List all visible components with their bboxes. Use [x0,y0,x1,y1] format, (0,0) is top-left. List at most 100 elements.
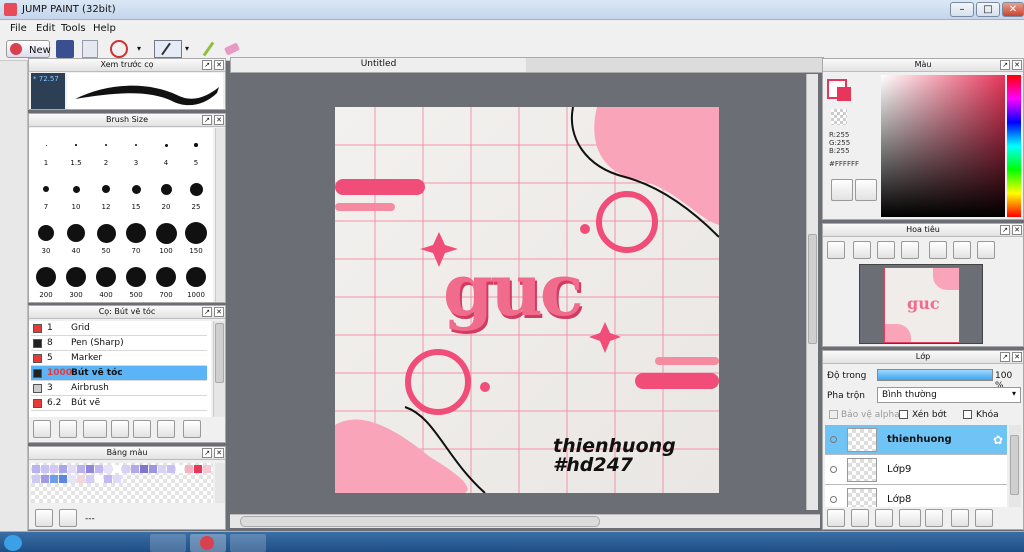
brush-list-scrollbar[interactable] [213,321,225,417]
new-layer-icon[interactable] [827,509,845,527]
palette-swatch[interactable] [86,475,94,483]
brush-size-cell[interactable]: 100 [151,222,181,255]
zoom-in-icon[interactable] [827,241,845,259]
palette-picker-icon[interactable] [831,179,853,201]
taskbar-app-3[interactable] [230,534,266,552]
brush-size-cell[interactable]: 10 [61,178,91,211]
new-swatch-icon[interactable] [35,509,53,527]
palette-swatch[interactable] [104,465,112,473]
float-icon[interactable]: ↗ [202,60,212,70]
canvas-horizontal-scrollbar[interactable] [230,514,820,528]
delete-swatch-icon[interactable] [59,509,77,527]
zoom-out-icon[interactable] [901,241,919,259]
brush-size-cell[interactable]: 500 [121,266,151,299]
palette-swatch[interactable] [77,465,85,473]
palette-swatch[interactable] [95,465,103,473]
visibility-icon[interactable] [830,496,837,503]
close-panel-icon[interactable]: ✕ [1012,352,1022,362]
palette-swatch[interactable] [104,475,112,483]
float-icon[interactable]: ↗ [1000,352,1010,362]
float-icon[interactable]: ↗ [202,307,212,317]
menu-file[interactable]: File [10,23,27,34]
brush-list-item[interactable]: 6.2 Bút vẽ [31,396,207,411]
lasso-icon[interactable] [110,40,128,58]
layer-row[interactable]: Lớp9 [825,455,1007,485]
palette-swatch[interactable] [32,475,40,483]
brush-size-cell[interactable]: 2 [91,134,121,167]
palette-swatch[interactable] [95,475,103,483]
hue-slider[interactable] [1007,75,1021,217]
float-icon[interactable]: ↗ [1000,225,1010,235]
canvas-vertical-scrollbar[interactable] [806,74,818,510]
layer-merge-icon[interactable] [975,509,993,527]
brush-size-cell[interactable]: 5 [181,134,211,167]
brush-list-item[interactable]: 1000 Bút vẽ tóc [31,366,207,381]
palette-swatch[interactable] [50,465,58,473]
pencil-icon[interactable] [200,40,215,58]
layer-row[interactable]: thienhuong ✿ [825,425,1007,455]
palette-swatch[interactable] [203,465,211,473]
tab-untitled[interactable]: Untitled [231,58,526,72]
visibility-icon[interactable] [830,466,837,473]
pen-dropdown-icon[interactable]: ▾ [184,40,194,58]
brush-size-cell[interactable]: 30 [31,222,61,255]
float-icon[interactable]: ↗ [202,115,212,125]
palette-swatch[interactable] [176,465,184,473]
layer-list-scrollbar[interactable] [1009,425,1021,507]
brush-size-cell[interactable]: 70 [121,222,151,255]
reset-view-icon[interactable] [953,241,971,259]
transparent-color-icon[interactable] [831,109,847,125]
brush-size-cell[interactable]: 300 [61,266,91,299]
palette-swatch[interactable] [77,475,85,483]
palette-swatch[interactable] [122,465,130,473]
gear-icon[interactable]: ✿ [993,433,1003,447]
rotate-left-icon[interactable] [929,241,947,259]
taskbar-app-2[interactable] [190,534,226,552]
start-icon[interactable] [4,535,22,551]
layer-copy-icon[interactable] [851,509,869,527]
brush-list-item[interactable]: 5 Marker [31,351,207,366]
clipping-checkbox[interactable] [899,410,908,419]
brush-list-item[interactable]: 1 Grid [31,321,207,336]
brush-size-cell[interactable]: 1 [31,134,61,167]
brush-size-cell[interactable]: 15 [121,178,151,211]
palette-swatch[interactable] [158,465,166,473]
folder-icon[interactable] [133,420,151,438]
palette-swatch[interactable] [167,465,175,473]
lock-checkbox[interactable] [963,410,972,419]
palette-swatch[interactable] [113,465,121,473]
palette-swatch[interactable] [86,465,94,473]
brush-size-cell[interactable]: 25 [181,178,211,211]
palette-swatch[interactable] [41,465,49,473]
new-button[interactable]: New [6,40,51,58]
brush-size-cell[interactable]: 40 [61,222,91,255]
brush-size-cell[interactable]: 20 [151,178,181,211]
zoom-plus-icon[interactable] [853,241,871,259]
brush-edit-icon[interactable] [111,420,129,438]
brush-size-cell[interactable]: 1000 [181,266,211,299]
palette-swatch[interactable] [68,465,76,473]
dropdown-arrow-icon[interactable]: ▾ [136,40,146,58]
palette-swatch[interactable] [59,465,67,473]
rotate-right-icon[interactable] [977,241,995,259]
fit-icon[interactable] [877,241,895,259]
palette-swatch[interactable] [185,465,193,473]
eraser-icon[interactable] [222,40,241,58]
layer-import-icon[interactable] [875,509,893,527]
close-panel-icon[interactable]: ✕ [214,307,224,317]
protect-alpha-checkbox[interactable] [829,410,838,419]
color-picker-field[interactable] [881,75,1005,217]
palette-swatch[interactable] [131,465,139,473]
visibility-icon[interactable] [830,436,837,443]
palette-swatch[interactable] [41,475,49,483]
palette-swatch[interactable] [68,475,76,483]
close-button[interactable]: ✕ [1002,2,1024,17]
layer-add-menu-icon[interactable] [899,509,921,527]
palette-swatch[interactable] [113,475,121,483]
copy-icon[interactable] [82,40,98,58]
palette-swatch[interactable] [140,465,148,473]
color-settings-icon[interactable] [855,179,877,201]
opacity-slider[interactable] [877,369,993,381]
maximize-button[interactable]: □ [976,2,1000,17]
delete-brush-icon[interactable] [183,420,201,438]
